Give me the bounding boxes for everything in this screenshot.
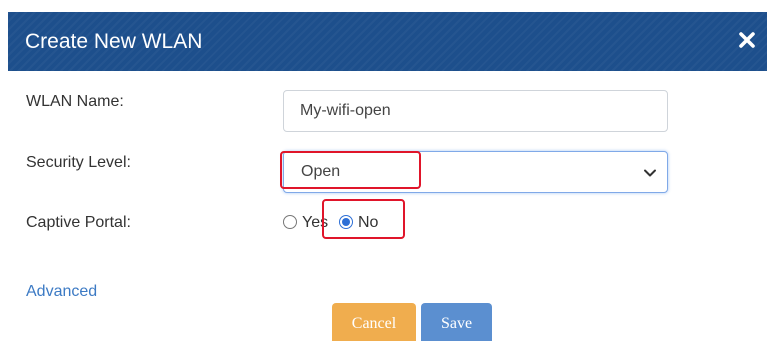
cancel-button[interactable]: Cancel [332, 303, 416, 341]
annotation-highlight-captive-no [322, 199, 405, 239]
close-icon[interactable] [737, 30, 757, 50]
chevron-down-icon [643, 166, 657, 180]
dialog-header: Create New WLAN [8, 12, 767, 71]
captive-portal-label: Captive Portal: [26, 214, 131, 231]
wlan-name-input[interactable] [283, 90, 668, 132]
save-button[interactable]: Save [421, 303, 492, 341]
advanced-link[interactable]: Advanced [26, 282, 97, 302]
dialog-title: Create New WLAN [25, 30, 203, 53]
annotation-highlight-security [280, 151, 421, 189]
security-level-label: Security Level: [26, 154, 131, 171]
captive-portal-yes-radio[interactable] [283, 215, 297, 229]
wlan-name-label: WLAN Name: [26, 93, 124, 110]
create-wlan-dialog: Create New WLAN WLAN Name: Security Leve… [0, 0, 767, 341]
